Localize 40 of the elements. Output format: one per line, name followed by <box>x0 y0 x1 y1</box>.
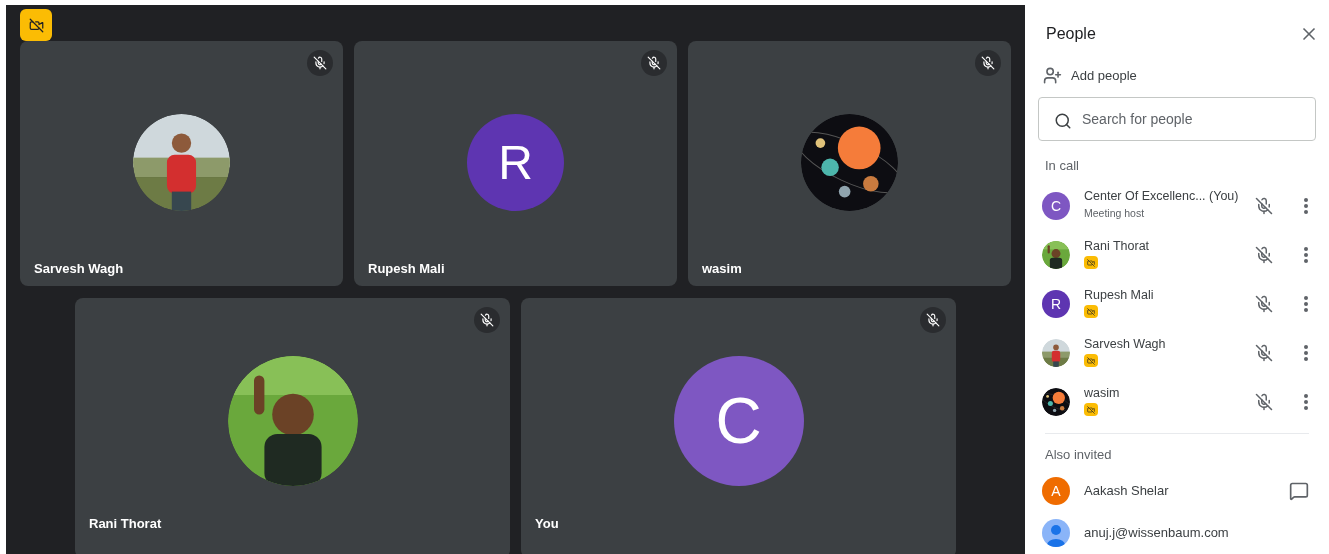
participant-row[interactable]: C Center Of Excellenc... (You) Meeting host <box>1025 181 1329 231</box>
more-icon <box>1304 247 1308 263</box>
more-icon <box>1304 296 1308 312</box>
more-icon <box>1304 345 1308 361</box>
panel-title: People <box>1046 23 1096 44</box>
search-field[interactable]: Search for people <box>1038 97 1316 141</box>
participant-row[interactable]: Sarvesh Wagh <box>1025 328 1329 378</box>
participant-role: Meeting host <box>1084 205 1146 221</box>
participant-name: Center Of Excellenc... (You) <box>1084 187 1240 205</box>
avatar: A <box>1042 477 1070 505</box>
participant-row[interactable]: Rani Thorat <box>1025 230 1329 280</box>
invited-row[interactable]: anuj.j@wissenbaum.com <box>1025 512 1329 554</box>
avatar: C <box>673 356 804 486</box>
search-icon <box>1054 112 1072 131</box>
camera-off-icon <box>28 17 44 33</box>
participant-row[interactable]: R Rupesh Mali <box>1025 279 1329 329</box>
participant-name: Rupesh Mali <box>368 260 445 278</box>
add-person-icon <box>1043 66 1062 86</box>
participant-name: wasim <box>702 260 742 278</box>
participant-name: Sarvesh Wagh <box>1084 335 1167 353</box>
more-icon <box>1304 198 1308 214</box>
participant-name: Rani Thorat <box>89 515 162 533</box>
section-heading: In call <box>1044 157 1080 175</box>
participant-name: wasim <box>1084 384 1121 402</box>
avatar: R <box>1042 290 1070 318</box>
more-icon <box>1304 394 1308 410</box>
avatar: R <box>467 114 564 211</box>
participant-name: Rupesh Mali <box>1084 286 1155 304</box>
invited-row[interactable]: A Aakash Shelar <box>1025 470 1329 512</box>
invitee-name: Aakash Shelar <box>1084 482 1170 501</box>
invitee-name: anuj.j@wissenbaum.com <box>1084 524 1230 543</box>
avatar: C <box>1042 192 1070 220</box>
participant-name: Rani Thorat <box>1084 237 1151 255</box>
message-button[interactable] <box>1289 481 1309 501</box>
participant-name: You <box>535 515 559 533</box>
section-heading: Also invited <box>1044 445 1113 464</box>
participant-name: Sarvesh Wagh <box>34 260 124 278</box>
add-people-button[interactable]: Add people <box>1025 62 1329 90</box>
camera-off-button[interactable] <box>20 9 52 41</box>
participant-row[interactable]: wasim <box>1025 377 1329 427</box>
